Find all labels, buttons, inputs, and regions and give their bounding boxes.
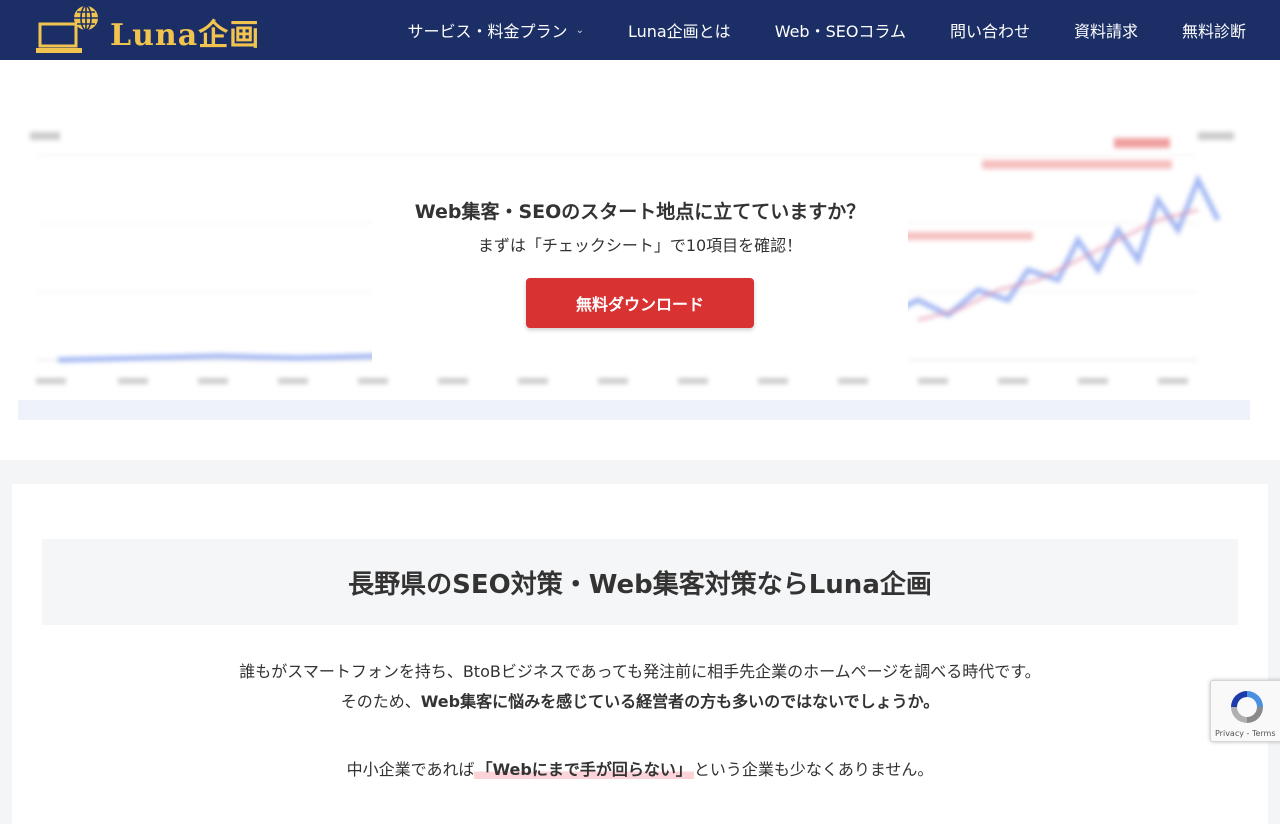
chevron-down-icon: ⌄ bbox=[575, 24, 584, 36]
download-popup: Web集客・SEOのスタート地点に立てていますか？ まずは「チェックシート」で1… bbox=[372, 185, 908, 365]
second-para-suffix: という企業も少なくありません。 bbox=[693, 760, 934, 779]
intro-paragraph: 誰もがスマートフォンを持ち、BtoBビジネスであっても発注前に相手先企業のホーム… bbox=[12, 657, 1268, 717]
intro-line-2-bold: Web集客に悩みを感じている経営者の方も多いのではないでしょうか。 bbox=[420, 692, 940, 711]
intro-line-2: そのため、Web集客に悩みを感じている経営者の方も多いのではないでしょうか。 bbox=[12, 687, 1268, 717]
hero-section: Web集客・SEOのスタート地点に立てていますか？ まずは「チェックシート」で1… bbox=[0, 60, 1280, 460]
nav-contact[interactable]: 問い合わせ bbox=[928, 0, 1052, 60]
intro-line-1: 誰もがスマートフォンを持ち、BtoBビジネスであっても発注前に相手先企業のホーム… bbox=[239, 662, 1041, 681]
content-card: 長野県のSEO対策・Web集客対策ならLuna企画 誰もがスマートフォンを持ち、… bbox=[12, 484, 1268, 824]
nav-documents-label: 資料請求 bbox=[1073, 22, 1138, 41]
recaptcha-badge[interactable]: Privacy - Terms bbox=[1210, 680, 1280, 742]
recaptcha-icon bbox=[1231, 691, 1263, 723]
nav-services-label: サービス・料金プラン bbox=[407, 22, 568, 41]
nav-services[interactable]: サービス・料金プラン ⌄ bbox=[386, 0, 606, 60]
nav-column-label: Web・SEOコラム bbox=[774, 22, 906, 41]
second-para-highlight: 「Webにまで手が回らない」 bbox=[474, 760, 694, 779]
chart-footer-strip bbox=[18, 400, 1250, 420]
logo[interactable]: Luna企画 bbox=[36, 4, 266, 56]
site-header: Luna企画 サービス・料金プラン ⌄ Luna企画とは Web・SEOコラム … bbox=[0, 0, 1280, 60]
nav-contact-label: 問い合わせ bbox=[949, 22, 1030, 41]
laptop-globe-icon bbox=[36, 5, 98, 53]
popup-title: Web集客・SEOのスタート地点に立てていますか？ bbox=[414, 201, 866, 223]
nav-about[interactable]: Luna企画とは bbox=[606, 0, 753, 60]
recaptcha-links[interactable]: Privacy - Terms bbox=[1215, 729, 1276, 738]
second-para-prefix: 中小企業であれば bbox=[346, 760, 475, 779]
second-paragraph: 中小企業であれば 「Webにまで手が回らない」 という企業も少なくありません。 bbox=[12, 755, 1268, 785]
nav-column[interactable]: Web・SEOコラム bbox=[753, 0, 928, 60]
intro-line-2-prefix: そのため、 bbox=[340, 692, 421, 711]
free-download-button[interactable]: 無料ダウンロード bbox=[526, 278, 754, 328]
nav-about-label: Luna企画とは bbox=[627, 22, 731, 41]
popup-subtitle: まずは「チェックシート」で10項目を確認！ bbox=[477, 236, 803, 255]
logo-text: Luna企画 bbox=[110, 18, 261, 53]
section-title-box: 長野県のSEO対策・Web集客対策ならLuna企画 bbox=[42, 539, 1238, 625]
nav-documents[interactable]: 資料請求 bbox=[1052, 0, 1160, 60]
section-title: 長野県のSEO対策・Web集客対策ならLuna企画 bbox=[348, 569, 932, 600]
main-nav: サービス・料金プラン ⌄ Luna企画とは Web・SEOコラム 問い合わせ 資… bbox=[386, 0, 1280, 60]
nav-free-diagnosis[interactable]: 無料診断 bbox=[1160, 0, 1280, 60]
nav-free-diagnosis-label: 無料診断 bbox=[1181, 22, 1246, 41]
